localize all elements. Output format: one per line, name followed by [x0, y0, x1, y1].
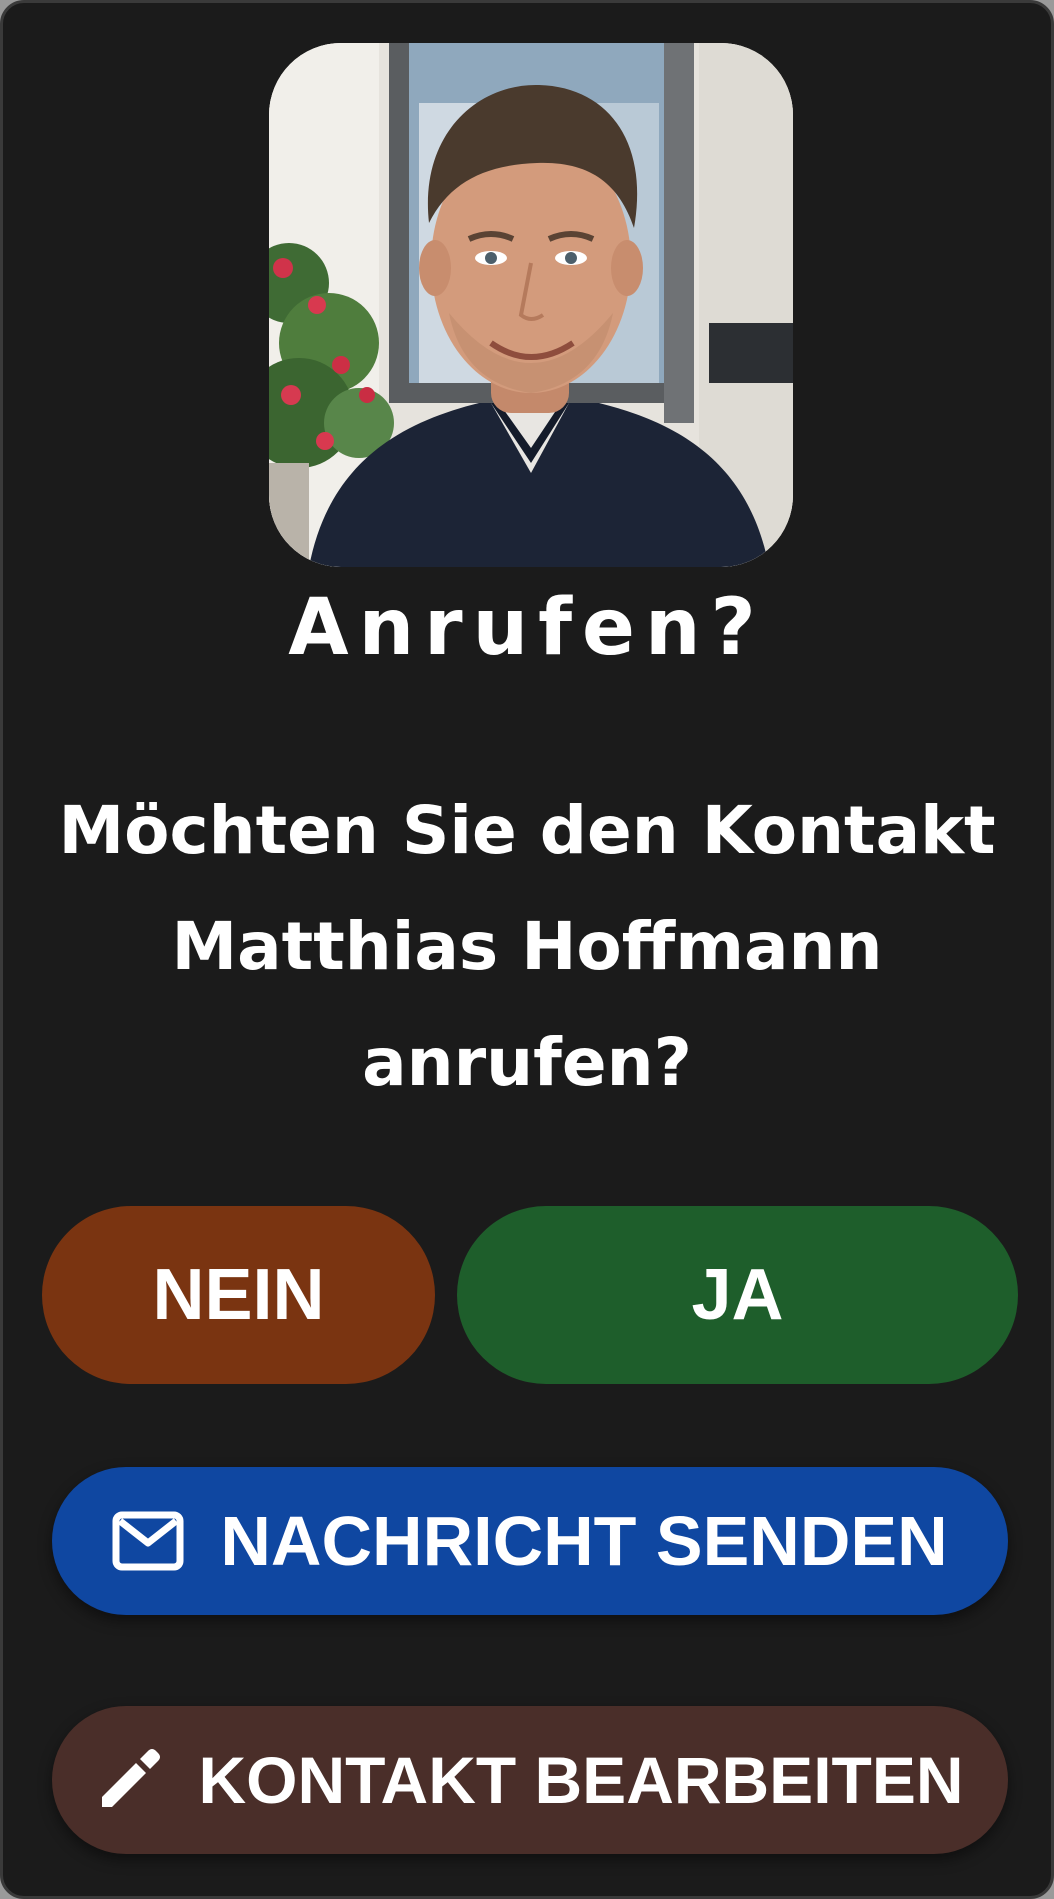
yes-button[interactable]: JA — [457, 1206, 1018, 1384]
no-button-label: NEIN — [152, 1255, 325, 1335]
pencil-icon — [96, 1747, 162, 1813]
yes-button-label: JA — [691, 1255, 784, 1335]
no-button[interactable]: NEIN — [42, 1206, 435, 1384]
dialog-title: Anrufen? — [288, 583, 766, 673]
mail-icon — [112, 1511, 184, 1571]
send-message-button[interactable]: NACHRICHT SENDEN — [52, 1467, 1008, 1615]
edit-contact-button[interactable]: KONTAKT BEARBEITEN — [52, 1706, 1008, 1854]
call-confirmation-dialog: Anrufen? Möchten Sie den Kontakt Matthia… — [0, 0, 1054, 1899]
send-message-label: NACHRICHT SENDEN — [220, 1502, 948, 1580]
dialog-message: Möchten Sie den Kontakt Matthias Hoffman… — [58, 792, 996, 1101]
edit-contact-label: KONTAKT BEARBEITEN — [198, 1743, 964, 1817]
contact-photo — [269, 43, 793, 567]
